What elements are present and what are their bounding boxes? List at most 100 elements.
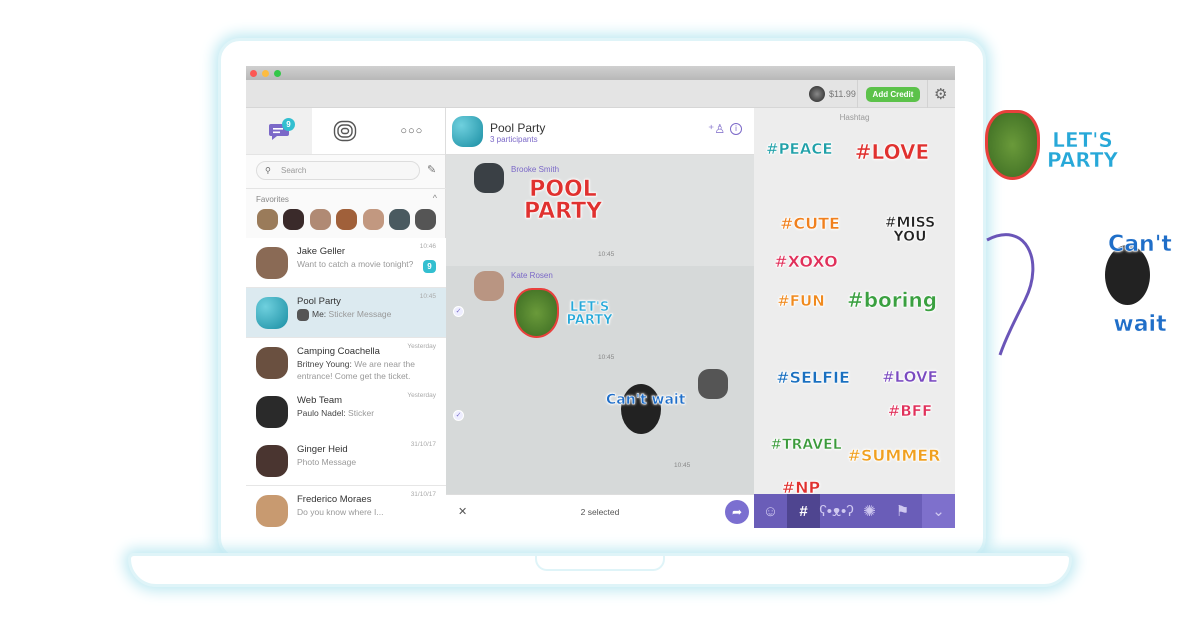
chat-name: Camping Coachella	[297, 346, 380, 357]
message[interactable]: Brooke Smith POOL PARTY 10:45	[446, 155, 754, 266]
avatar	[474, 163, 504, 193]
preview-text: Sticker	[348, 408, 375, 418]
preview-text: Want to catch a movie tonight?	[297, 259, 414, 269]
laptop-notch	[535, 553, 665, 571]
sticker[interactable]: #MISS YOU	[876, 216, 944, 245]
public-chats-icon	[334, 120, 357, 142]
checkmark-icon[interactable]: ✓	[453, 306, 464, 317]
chat-time: 10:46	[419, 243, 436, 250]
tab-more[interactable]: ○○○	[379, 108, 445, 154]
sticker[interactable]: #SUMMER	[844, 447, 944, 464]
chat-time: 31/10/17	[410, 491, 436, 498]
message-time: 10:45	[674, 462, 691, 469]
sticker[interactable]: #SELFIE	[768, 369, 858, 386]
chat-preview: Photo Message	[297, 456, 422, 468]
sun-tab-icon[interactable]: ✺	[853, 494, 886, 528]
hashtag-tab-icon[interactable]: #	[787, 494, 820, 528]
chat-time: Yesterday	[407, 343, 436, 350]
minimize-window-button[interactable]	[262, 70, 269, 77]
sticker[interactable]: #FUN	[766, 293, 836, 309]
chat-time: Yesterday	[407, 392, 436, 399]
search-input[interactable]: ⚲ Search	[256, 161, 420, 180]
checkmark-icon[interactable]: ✓	[453, 410, 464, 421]
chat-list-item[interactable]: Ginger Heid Photo Message 31/10/17	[246, 436, 446, 486]
more-icon: ○○○	[400, 125, 424, 137]
tab-chats[interactable]: 9	[246, 108, 313, 154]
search-placeholder: Search	[281, 166, 307, 175]
close-window-button[interactable]	[250, 70, 257, 77]
avatar	[698, 369, 728, 399]
avatar[interactable]	[257, 209, 278, 230]
floating-sticker: LET'S PARTY	[1047, 128, 1118, 172]
sticker[interactable]: POOL PARTY	[508, 178, 618, 223]
chat-preview: Paulo Nadel: Sticker	[297, 407, 422, 419]
chat-header: Pool Party 3 participants ⁺♙ i	[446, 108, 754, 155]
info-icon[interactable]: i	[730, 123, 742, 135]
chat-list-item[interactable]: Frederico Moraes Do you know where I... …	[246, 486, 446, 528]
avatar	[256, 297, 288, 329]
app-window: $11.99 Add Credit ⚙ 9 ○○○ ⚲ Search ✎ Favo…	[246, 66, 955, 528]
tab-public[interactable]	[312, 108, 378, 154]
message-time: 10:45	[598, 354, 615, 361]
sticker[interactable]: #LOVE	[876, 369, 944, 385]
suit-tab-icon[interactable]: ⚑	[886, 494, 919, 528]
chat-time: 10:45	[419, 293, 436, 300]
sender-name: Kate Rosen	[511, 271, 553, 280]
sticker[interactable]: #PEACE	[766, 141, 833, 157]
preview-text: Do you know where I...	[297, 507, 384, 517]
participants-count[interactable]: 3 participants	[490, 135, 538, 144]
avatar[interactable]	[283, 209, 304, 230]
chat-list-item[interactable]: Pool Party Me: Sticker Message 10:45	[246, 288, 446, 338]
sidebar: 9 ○○○ ⚲ Search ✎ Favorites ^ Jake Geller …	[246, 108, 446, 528]
compose-icon[interactable]: ✎	[427, 163, 436, 176]
chat-name: Frederico Moraes	[297, 494, 372, 505]
avatar	[474, 271, 504, 301]
chat-list-item[interactable]: Web Team Paulo Nadel: Sticker Yesterday	[246, 387, 446, 437]
sender-name: Brooke Smith	[511, 165, 560, 174]
avatar	[256, 396, 288, 428]
forward-button[interactable]: ➦	[725, 500, 749, 524]
preview-sender: Me:	[312, 309, 327, 319]
chat-title: Pool Party	[490, 121, 546, 135]
sticker[interactable]: #boring	[842, 290, 942, 311]
message-time: 10:45	[598, 251, 615, 258]
sticker-tabs: ☺ # ʕ•ᴥ•ʔ ✺ ⚑ ⌄	[754, 494, 955, 528]
ribbon-decoration	[986, 233, 1035, 356]
chevron-down-icon[interactable]: ⌄	[922, 494, 955, 528]
avatar	[256, 347, 288, 379]
chat-list-item[interactable]: Camping Coachella Britney Young: We are …	[246, 338, 446, 388]
avatar[interactable]	[310, 209, 331, 230]
avatar[interactable]	[415, 209, 436, 230]
chat-list-item[interactable]: Jake Geller Want to catch a movie tonigh…	[246, 238, 446, 288]
search-icon: ⚲	[265, 166, 271, 175]
add-credit-button[interactable]: Add Credit	[866, 87, 920, 102]
selection-bar: ✕ 2 selected ➦	[446, 494, 754, 528]
sticker[interactable]: LET'S PARTY	[562, 301, 617, 328]
chat-preview: Do you know where I...	[297, 506, 422, 518]
emoji-tab-icon[interactable]: ☺	[754, 494, 787, 528]
add-participant-icon[interactable]: ⁺♙	[708, 122, 725, 136]
sticker[interactable]: Can't wait	[606, 376, 686, 424]
avatar[interactable]	[336, 209, 357, 230]
sticker[interactable]: #XOXO	[766, 253, 846, 270]
chevron-up-icon[interactable]: ^	[433, 193, 437, 203]
sticker[interactable]: #LOVE	[842, 142, 942, 163]
chat-time: 31/10/17	[410, 441, 436, 448]
avatar[interactable]	[389, 209, 410, 230]
sticker[interactable]: #BFF	[876, 403, 944, 419]
avatar	[256, 495, 288, 527]
chat-pane: Pool Party 3 participants ⁺♙ i Brooke Sm…	[446, 108, 754, 528]
balance: $11.99	[829, 89, 856, 99]
preview-sender: Britney Young:	[297, 359, 352, 369]
maximize-window-button[interactable]	[274, 70, 281, 77]
unread-badge: 9	[282, 118, 295, 131]
gear-icon[interactable]: ⚙	[934, 85, 947, 103]
avatar[interactable]	[363, 209, 384, 230]
avatar[interactable]	[809, 86, 825, 102]
panda-tab-icon[interactable]: ʕ•ᴥ•ʔ	[819, 494, 854, 528]
sticker[interactable]: #CUTE	[770, 215, 850, 232]
favorites-section: Favorites ^	[246, 188, 446, 240]
avatar	[297, 308, 309, 321]
sticker[interactable]: #TRAVEL	[766, 438, 846, 453]
unread-badge: 9	[423, 260, 436, 273]
